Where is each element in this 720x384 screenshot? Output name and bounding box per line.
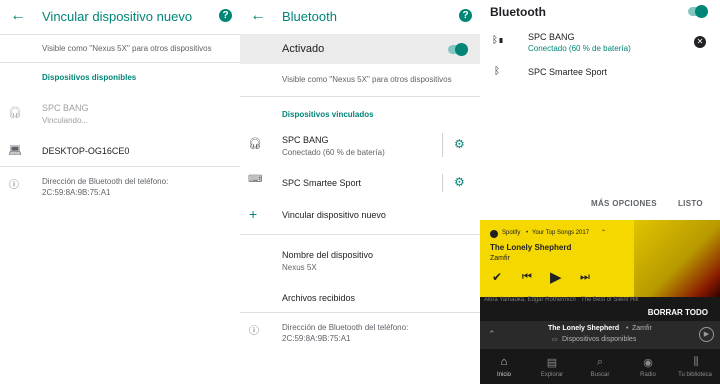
library-icon[interactable]: ⫼ bbox=[681, 356, 711, 369]
page-title: Vincular dispositivo nuevo bbox=[42, 9, 193, 24]
device-status: Conectado (60 % de batería) bbox=[282, 148, 385, 157]
headset-battery-icon: 🎧︎ bbox=[248, 138, 262, 150]
more-options-button[interactable]: MÁS OPCIONES bbox=[591, 199, 657, 208]
devices-icon: ▭ bbox=[552, 337, 558, 343]
received-files-item[interactable]: Archivos recibidos bbox=[240, 290, 480, 310]
player-artist: Zamfir bbox=[632, 325, 652, 332]
close-icon[interactable]: ✕ bbox=[694, 36, 706, 48]
search-icon[interactable]: ⌕ bbox=[585, 356, 615, 369]
device-name: DESKTOP-OG16CE0 bbox=[42, 146, 130, 156]
device-status: Conectado (60 % de batería) bbox=[528, 44, 631, 53]
toggle-label: Activado bbox=[282, 43, 325, 55]
nav-search-label[interactable]: Buscar bbox=[580, 372, 620, 378]
spotify-icon bbox=[490, 230, 498, 238]
chevron-up-icon[interactable]: ⌃ bbox=[488, 329, 496, 340]
list-item[interactable]: ᛒ▮ SPC BANG Conectado (60 % de batería) … bbox=[480, 30, 720, 56]
info-icon: ⓘ bbox=[9, 180, 19, 191]
section-paired-devices: Dispositivos vinculados bbox=[282, 110, 374, 119]
headphones-icon: 🎧︎ bbox=[8, 107, 22, 119]
play-icon[interactable]: ▶ bbox=[699, 327, 714, 342]
bluetooth-dialog: Bluetooth ᛒ▮ SPC BANG Conectado (60 % de… bbox=[480, 0, 720, 220]
done-button[interactable]: LISTO bbox=[678, 199, 703, 208]
device-name: SPC BANG bbox=[528, 32, 575, 42]
separator-dot: • bbox=[626, 325, 629, 332]
bluetooth-toggle-row[interactable]: Activado bbox=[240, 34, 480, 64]
pair-new-device-item[interactable]: + Vincular dispositivo nuevo bbox=[240, 206, 480, 224]
player-devices: Dispositivos disponibles bbox=[562, 336, 637, 343]
app-bar: ← Bluetooth ? bbox=[240, 0, 480, 34]
spotify-app-background: Akira Yamaoka, Edgar Rothermich · The Be… bbox=[480, 297, 720, 384]
player-song: The Lonely Shepherd bbox=[548, 325, 620, 332]
bluetooth-battery-icon: ᛒ▮ bbox=[492, 35, 504, 46]
list-item[interactable]: 🎧︎ SPC BANG Vinculando... bbox=[0, 98, 240, 134]
bluetooth-address-row: ⓘ Dirección de Bluetooth del teléfono: 2… bbox=[240, 320, 480, 350]
device-name-item[interactable]: Nombre del dispositivo Nexus 5X bbox=[240, 246, 480, 276]
artists-strip: Akira Yamaoka, Edgar Rothermich · The Be… bbox=[484, 297, 639, 303]
section-available-devices: Dispositivos disponibles bbox=[42, 73, 137, 82]
device-name: SPC Smartee Sport bbox=[528, 67, 608, 77]
quick-settings-bluetooth-panel: Bluetooth ᛒ▮ SPC BANG Conectado (60 % de… bbox=[480, 0, 720, 384]
divider bbox=[442, 133, 443, 157]
notification-app: Spotify bbox=[502, 230, 521, 236]
separator-dot: • bbox=[526, 230, 529, 236]
nav-library-label[interactable]: Tu biblioteca bbox=[675, 372, 715, 378]
gear-icon[interactable]: ⚙ bbox=[454, 137, 465, 151]
list-item[interactable]: ᛒ SPC Smartee Sport bbox=[480, 64, 720, 80]
radio-icon[interactable]: ◉ bbox=[633, 356, 663, 369]
pair-new-device-screen: ← Vincular dispositivo nuevo ? Visible c… bbox=[0, 0, 240, 384]
bottom-nav: ⌂ Inicio ▤ Explorar ⌕ Buscar ◉ Radio ⫼ T… bbox=[480, 353, 720, 384]
received-files-label: Archivos recibidos bbox=[282, 293, 356, 303]
next-icon[interactable]: ⏭ bbox=[580, 271, 590, 284]
clear-all-button[interactable]: BORRAR TODO bbox=[648, 308, 708, 317]
home-icon[interactable]: ⌂ bbox=[489, 356, 519, 368]
list-item[interactable]: 🎧︎ SPC BANG Conectado (60 % de batería) … bbox=[240, 130, 480, 162]
bluetooth-address: Dirección de Bluetooth del teléfono: 2C:… bbox=[282, 323, 409, 343]
album-art bbox=[634, 220, 720, 297]
back-arrow-icon[interactable]: ← bbox=[250, 7, 266, 25]
bluetooth-address: Dirección de Bluetooth del teléfono: 2C:… bbox=[42, 177, 169, 197]
visibility-text: Visible como "Nexus 5X" para otros dispo… bbox=[42, 44, 212, 53]
device-name-value: Nexus 5X bbox=[282, 263, 317, 272]
nav-home-label[interactable]: Inicio bbox=[484, 372, 524, 378]
page-title: Bluetooth bbox=[282, 9, 337, 24]
bluetooth-toggle[interactable] bbox=[448, 43, 468, 56]
pair-new-device-label: Vincular dispositivo nuevo bbox=[282, 210, 386, 220]
list-item[interactable]: ⌨ SPC Smartee Sport ⚙ bbox=[240, 172, 480, 194]
bluetooth-address-row: ⓘ Dirección de Bluetooth del teléfono: 2… bbox=[0, 174, 240, 204]
bluetooth-settings-screen: ← Bluetooth ? Activado Visible como "Nex… bbox=[240, 0, 480, 384]
bluetooth-toggle[interactable] bbox=[688, 5, 708, 18]
laptop-icon: 💻︎ bbox=[8, 145, 22, 157]
play-icon[interactable]: ▶ bbox=[550, 268, 562, 286]
divider bbox=[0, 34, 240, 35]
nav-radio-label[interactable]: Radio bbox=[628, 372, 668, 378]
divider bbox=[442, 174, 443, 192]
spotify-notification[interactable]: Spotify • Your Top Songs 2017 ⌃ The Lone… bbox=[480, 220, 720, 297]
notification-song: The Lonely Shepherd bbox=[490, 243, 572, 252]
notification-artist: Zamfir bbox=[490, 255, 510, 262]
bluetooth-icon: ᛒ bbox=[494, 66, 500, 77]
info-icon: ⓘ bbox=[249, 326, 259, 337]
visibility-text: Visible como "Nexus 5X" para otros dispo… bbox=[282, 75, 452, 84]
back-arrow-icon[interactable]: ← bbox=[10, 7, 26, 25]
help-icon[interactable]: ? bbox=[219, 9, 232, 22]
device-name: SPC BANG bbox=[282, 135, 329, 145]
device-name-label: Nombre del dispositivo bbox=[282, 250, 374, 260]
device-name: SPC BANG bbox=[42, 103, 89, 113]
nav-browse-label[interactable]: Explorar bbox=[532, 372, 572, 378]
check-icon[interactable]: ✔ bbox=[492, 270, 502, 284]
device-status: Vinculando... bbox=[42, 116, 89, 125]
browse-icon[interactable]: ▤ bbox=[537, 356, 567, 369]
gear-icon[interactable]: ⚙ bbox=[454, 175, 465, 189]
previous-icon[interactable]: ⏮ bbox=[522, 271, 532, 284]
plus-icon: + bbox=[249, 206, 258, 222]
keyboard-icon: ⌨ bbox=[248, 174, 263, 185]
list-item[interactable]: 💻︎ DESKTOP-OG16CE0 bbox=[0, 140, 240, 164]
now-playing-bar[interactable]: ⌃ The Lonely Shepherd • Zamfir ▭ Disposi… bbox=[480, 321, 720, 349]
notification-context: Your Top Songs 2017 bbox=[532, 230, 590, 236]
help-icon[interactable]: ? bbox=[459, 9, 472, 22]
app-bar: ← Vincular dispositivo nuevo ? bbox=[0, 0, 240, 34]
dialog-title: Bluetooth bbox=[490, 5, 546, 19]
chevron-up-icon[interactable]: ⌃ bbox=[601, 229, 606, 236]
device-name: SPC Smartee Sport bbox=[282, 178, 362, 188]
